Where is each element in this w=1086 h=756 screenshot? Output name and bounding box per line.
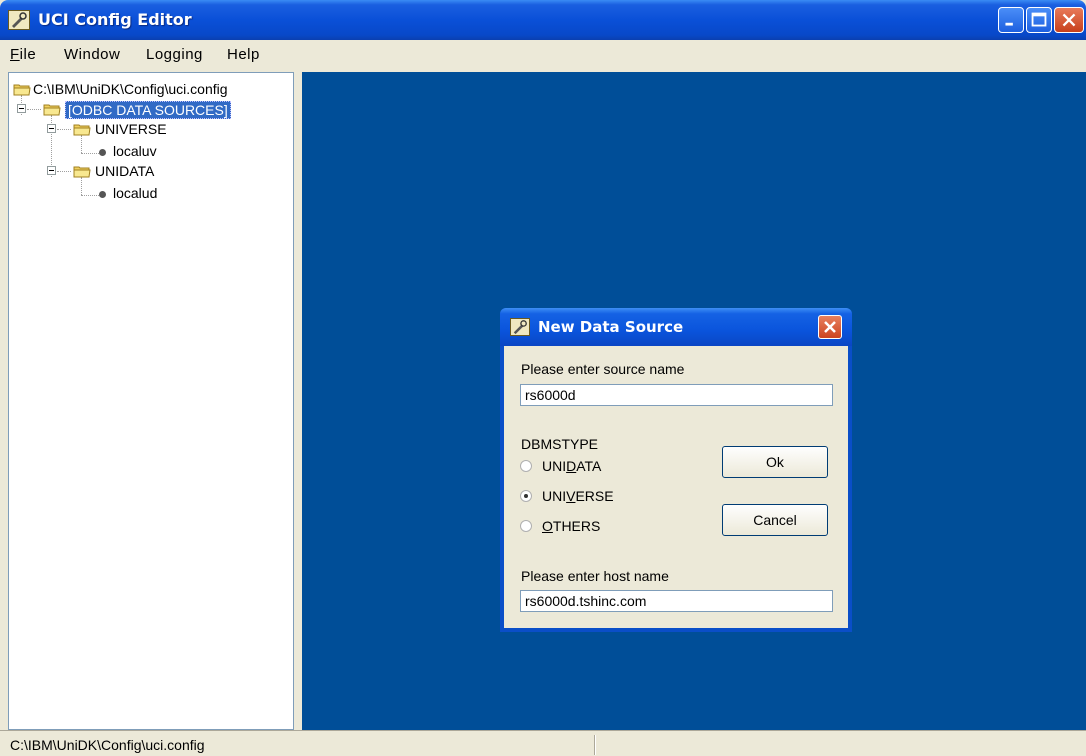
tree-localud[interactable]: localud [113,185,157,201]
menu-logging[interactable]: Logging [146,46,203,63]
folder-open-icon [43,104,61,116]
dbmstype-label: DBMSTYPE [521,436,599,452]
tree-universe[interactable]: UNIVERSE [95,121,167,137]
close-icon [824,321,836,333]
radio-universe-label: UNIVERSE [542,488,614,504]
app-icon [510,318,530,336]
window-title: UCI Config Editor [38,10,192,29]
collapse-icon[interactable] [47,124,56,133]
source-name-input[interactable] [520,384,833,406]
menu-bar: File Window Logging Help [0,40,1086,70]
tree-root[interactable]: C:\IBM\UniDK\Config\uci.config [33,81,228,97]
ok-button[interactable]: Ok [722,446,828,478]
menu-file[interactable]: File [10,46,36,63]
tree-odbc-data-sources[interactable]: [ODBC DATA SOURCES] [65,101,231,119]
tree-line [27,109,41,110]
radio-others-circle [520,520,532,532]
cancel-button[interactable]: Cancel [722,504,828,536]
dialog-close-button[interactable] [818,315,842,339]
app-icon [8,10,30,30]
menu-help[interactable]: Help [227,46,260,63]
radio-universe-circle [520,490,532,502]
dialog-body: Please enter source name DBMSTYPE UNIDAT… [504,346,848,628]
tree-line [81,195,99,196]
status-divider [594,735,596,755]
menu-window[interactable]: Window [64,46,120,63]
collapse-icon[interactable] [17,104,26,113]
menu-file-mnemonic: F [10,46,20,63]
status-path: C:\IBM\UniDK\Config\uci.config [10,737,205,753]
config-tree[interactable]: C:\IBM\UniDK\Config\uci.config [ODBC DAT… [8,72,294,730]
tree-line [81,153,99,154]
bullet-icon [99,191,106,198]
dialog-title-bar[interactable]: New Data Source [500,308,852,346]
tree-line [81,135,82,153]
tree-localuv[interactable]: localuv [113,143,157,159]
radio-others-label: OTHERS [542,518,601,534]
host-name-label: Please enter host name [521,568,669,584]
maximize-button[interactable] [1026,7,1052,33]
title-bar[interactable]: UCI Config Editor [0,0,1086,40]
new-data-source-dialog: New Data Source Please enter source name… [500,308,852,632]
source-name-label: Please enter source name [521,361,685,377]
bullet-icon [99,149,106,156]
status-bar: C:\IBM\UniDK\Config\uci.config [0,730,1086,756]
tree-unidata[interactable]: UNIDATA [95,163,154,179]
tree-line [81,177,82,195]
collapse-icon[interactable] [47,166,56,175]
radio-unidata-label: UNIDATA [542,458,602,474]
folder-open-icon [13,84,31,96]
dialog-title: New Data Source [538,318,684,336]
folder-open-icon [73,124,91,136]
close-button[interactable] [1054,7,1084,33]
tree-line [57,129,71,130]
radio-unidata-circle [520,460,532,472]
folder-open-icon [73,166,91,178]
menu-file-rest: ile [19,46,37,63]
tree-line [57,171,71,172]
minimize-button[interactable] [998,7,1024,33]
host-name-input[interactable] [520,590,833,612]
